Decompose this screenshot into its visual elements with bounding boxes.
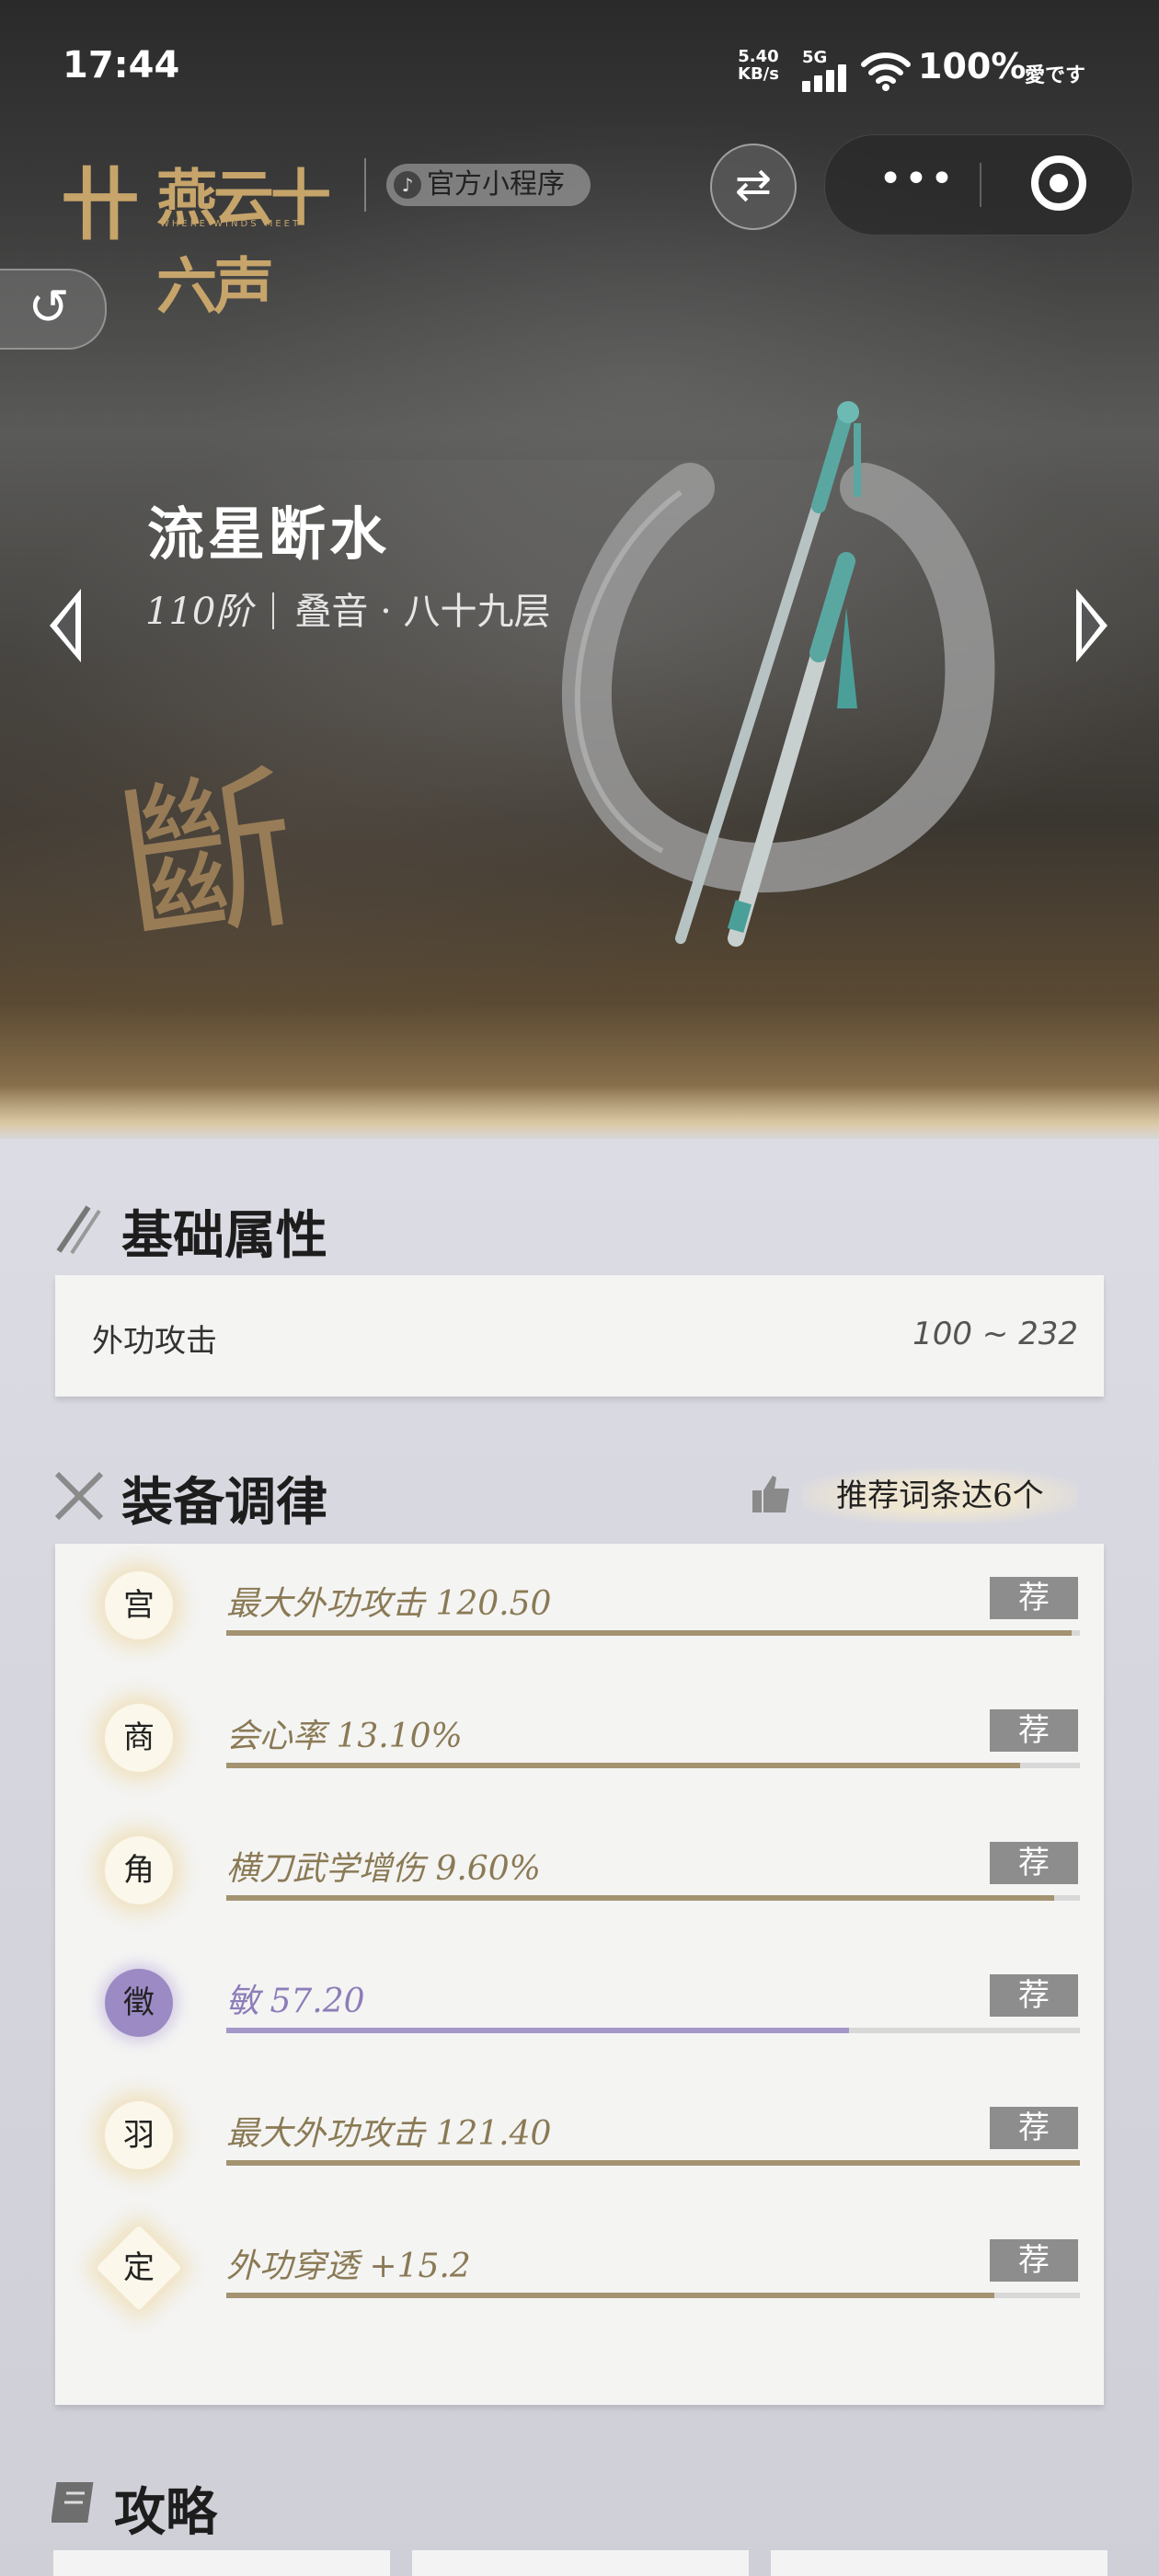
tuning-attr-text: 敏 57.20 — [226, 1983, 365, 2020]
attr-progress-fill — [226, 1763, 1021, 1768]
header-divider — [364, 158, 366, 212]
attr-progress-track — [226, 1763, 1080, 1768]
recommended-tag: 荐 — [990, 2107, 1078, 2149]
tuning-attr-text: 横刀武学增伤 9.60% — [226, 1850, 541, 1888]
tuning-attr-text: 会心率 13.10% — [226, 1718, 463, 1755]
attr-progress-track — [226, 2160, 1080, 2166]
recommended-tag: 荐 — [990, 1974, 1078, 2017]
wifi-icon — [861, 52, 911, 91]
strategy-card[interactable] — [771, 2550, 1107, 2576]
attr-progress-fill — [226, 1630, 1072, 1636]
game-logo: 卄 燕云十六声 WHERE WINDS MEET — [61, 140, 364, 322]
tuning-card: 宫 最大外功攻击 120.50 荐 商 会心率 13.10% 荐 角 横刀武学增… — [55, 1544, 1104, 2405]
net-speed-unit: KB/s — [738, 64, 779, 84]
tuning-row: 定 外功穿透 +15.2 荐 — [55, 2206, 1104, 2339]
logo-mark: 卄 — [61, 158, 140, 251]
weapon-layer: 叠音 · 八十九层 — [294, 591, 551, 633]
dust-edge — [0, 1086, 1159, 1141]
tone-badge: 角 — [105, 1836, 173, 1904]
tone-badge: 羽 — [105, 2101, 173, 2169]
attr-progress-fill — [226, 2293, 995, 2298]
recommended-tag: 荐 — [990, 1577, 1078, 1619]
tuning-row: 角 横刀武学增伤 9.60% 荐 — [55, 1809, 1104, 1941]
tone-badge: 商 — [105, 1704, 173, 1772]
tuning-row: 商 会心率 13.10% 荐 — [55, 1676, 1104, 1809]
subtitle-divider — [272, 592, 275, 629]
attr-progress-track — [226, 2028, 1080, 2033]
swap-icon: ⇄ — [734, 159, 773, 211]
attr-progress-track — [226, 1630, 1080, 1636]
recommended-tag: 荐 — [990, 2239, 1078, 2282]
battery-level: 100% — [918, 46, 1027, 86]
weapon-image — [561, 401, 995, 947]
tone-badge: 宫 — [105, 1571, 173, 1639]
attr-progress-fill — [226, 2160, 1080, 2166]
tuning-attr-text: 外功穿透 +15.2 — [226, 2248, 471, 2285]
close-miniprogram-button[interactable] — [1031, 155, 1086, 211]
attr-progress-fill — [226, 2028, 850, 2033]
next-weapon-arrow[interactable] — [1076, 589, 1107, 662]
weapon-subtitle: 110阶 叠音 · 八十九层 — [145, 581, 551, 635]
recommend-badge: 推荐词条达6个 — [802, 1468, 1078, 1524]
thumbs-up-icon — [752, 1476, 789, 1512]
tone-badge: 徵 — [105, 1969, 173, 2037]
back-icon: ↺ — [28, 278, 70, 336]
prev-weapon-arrow[interactable] — [50, 589, 81, 662]
strategy-card[interactable] — [412, 2550, 749, 2576]
tuning-row: 宫 最大外功攻击 120.50 荐 — [55, 1544, 1104, 1676]
crossed-swords-icon — [54, 1471, 104, 1521]
swords-icon — [56, 1205, 101, 1255]
basic-attributes-title: 基础属性 — [121, 1205, 327, 1266]
tuning-attr-text: 最大外功攻击 121.40 — [226, 2115, 552, 2153]
tuning-attr-text: 最大外功攻击 120.50 — [226, 1585, 552, 1623]
tone-badge: 定 — [96, 2225, 182, 2311]
mini-program-label: 官方小程序 — [427, 168, 565, 201]
status-extra: 愛です — [1025, 64, 1086, 87]
capsule-divider — [980, 163, 981, 207]
tuning-row: 羽 最大外功攻击 121.40 荐 — [55, 2074, 1104, 2206]
attr-progress-track — [226, 1895, 1080, 1901]
swap-button[interactable]: ⇄ — [710, 144, 797, 230]
net-speed: 5.40 KB/s — [738, 48, 779, 83]
equipment-tuning-title: 装备调律 — [121, 1472, 327, 1533]
mini-program-capsule: ••• — [824, 134, 1133, 236]
tone-badge-label: 定 — [123, 2249, 155, 2286]
status-bar: 17:44 5.40 KB/s 5G 100% 愛です — [0, 0, 1159, 138]
strategy-cards — [53, 2550, 1107, 2576]
logo-text: 燕云十六声 — [156, 162, 331, 322]
status-time: 17:44 — [63, 44, 180, 86]
weapon-name: 流星断水 — [147, 500, 391, 568]
strategy-title: 攻略 — [114, 2482, 217, 2543]
book-icon — [52, 2482, 94, 2523]
tuning-row: 徵 敏 57.20 荐 — [55, 1941, 1104, 2074]
recommended-tag: 荐 — [990, 1709, 1078, 1752]
signal-icon — [802, 63, 850, 92]
logo-subtitle: WHERE WINDS MEET — [160, 219, 302, 229]
net-speed-value: 5.40 — [738, 47, 779, 66]
basic-attributes-card: 外功攻击 100 ~ 232 — [55, 1275, 1104, 1397]
brush-calligraphy: 斷 — [108, 746, 310, 972]
attr-progress-fill — [226, 1895, 1055, 1901]
strategy-card[interactable] — [53, 2550, 390, 2576]
recommended-tag: 荐 — [990, 1842, 1078, 1884]
basic-attr-value: 100 ~ 232 — [912, 1316, 1078, 1352]
attr-progress-track — [226, 2293, 1080, 2298]
official-mini-program-badge: ♪ 官方小程序 — [386, 164, 591, 206]
weapon-tier: 110阶 — [145, 591, 253, 633]
back-button[interactable]: ↺ — [0, 269, 107, 350]
more-options-button[interactable]: ••• — [862, 159, 972, 207]
tiktok-icon: ♪ — [394, 171, 421, 199]
basic-attr-label: 外功攻击 — [92, 1323, 217, 1360]
